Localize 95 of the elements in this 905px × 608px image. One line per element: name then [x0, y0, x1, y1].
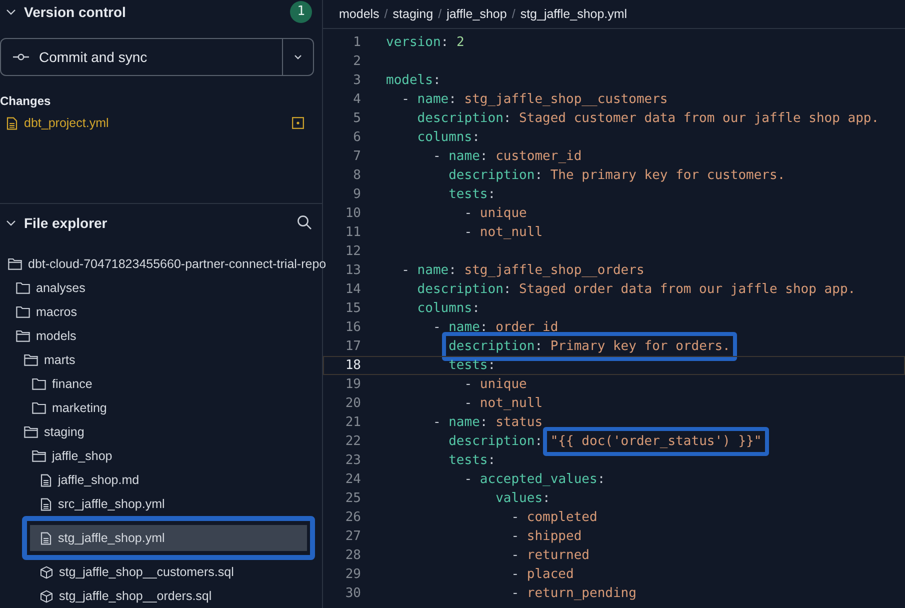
code-text: values:	[496, 490, 550, 508]
line-number: 15	[344, 301, 361, 316]
commit-icon	[13, 53, 29, 62]
line-number: 20	[344, 396, 361, 411]
line-number: 12	[344, 244, 361, 259]
code-text: description: Staged customer data from our jaffle shop app.	[417, 110, 880, 128]
line-number: 14	[344, 282, 361, 297]
line-number: 4	[352, 92, 361, 107]
code-text: - not_null	[464, 224, 543, 242]
code-text: tests:	[448, 452, 496, 470]
tree-item[interactable]: dbt-cloud-70471823455660-partner-connect-trial-repo	[0, 252, 326, 276]
breadcrumb-link[interactable]: stg_jaffle_shop.yml	[520, 7, 628, 21]
line-number: 3	[352, 73, 361, 88]
line-number: 6	[352, 130, 361, 145]
tree-item[interactable]: staging	[0, 420, 322, 444]
line-number: 25	[344, 491, 361, 506]
highlighted-code: description: Primary key for orders.	[442, 332, 738, 361]
code-text: description: Staged order data from our jaffle shop app.	[417, 281, 856, 299]
line-number: 24	[344, 472, 361, 487]
highlighted-code: "{{ doc('order_status') }}"	[543, 427, 769, 456]
line-number: 5	[352, 111, 361, 126]
code-text: - return_pending	[511, 585, 636, 603]
line-number: 8	[352, 168, 361, 183]
section-title: Version control	[24, 4, 127, 20]
tree-item[interactable]: analyses	[0, 276, 322, 300]
count-badge: 1	[290, 0, 312, 23]
code-text: - completed	[511, 509, 598, 527]
code-text: - name: customer_id	[432, 148, 582, 166]
code-text: description:	[448, 433, 544, 451]
line-number: 1	[352, 35, 361, 50]
file-icon	[40, 532, 52, 544]
code-text: tests:	[448, 186, 496, 204]
code-text: models:	[386, 72, 441, 90]
breadcrumb-link[interactable]: models	[339, 7, 380, 21]
code-text: - accepted_values:	[464, 471, 606, 489]
line-number: 26	[344, 510, 361, 525]
code-text: - name: stg_jaffle_shop__orders	[402, 262, 644, 280]
line-number: 23	[344, 453, 361, 468]
code-text: version: 2	[386, 34, 464, 52]
line-number: 22	[344, 434, 361, 449]
tree-item[interactable]: marts	[0, 348, 322, 372]
tree-item[interactable]: jaffle_shop.md	[0, 468, 322, 492]
breadcrumb-separator: /	[384, 7, 388, 21]
line-number: 19	[344, 377, 361, 392]
line-number: 7	[352, 149, 361, 164]
tree-item[interactable]: macros	[0, 300, 322, 324]
changes-heading: Changes	[0, 94, 52, 108]
code-text: columns:	[417, 300, 480, 318]
tree-item[interactable]: stg_jaffle_shop__customers.sql	[0, 560, 322, 584]
line-number: 21	[344, 415, 361, 430]
tree-item[interactable]: stg_jaffle_shop.yml	[30, 525, 307, 551]
cube-icon	[40, 590, 53, 602]
tree-item[interactable]: jaffle_shop	[0, 444, 322, 468]
code-text: - unique	[464, 376, 527, 394]
code-text: - returned	[511, 547, 590, 565]
file-icon	[40, 474, 52, 486]
breadcrumb-separator: /	[438, 7, 442, 21]
line-number: 28	[344, 548, 361, 563]
chevron-icon[interactable]	[6, 218, 16, 228]
line-number: 17	[344, 339, 361, 354]
cube-icon	[40, 566, 53, 578]
line-number: 9	[352, 187, 361, 202]
tree-item[interactable]: stg_jaffle_shop__orders.sql	[0, 584, 322, 608]
line-number: 30	[344, 586, 361, 601]
code-text: - placed	[511, 566, 574, 584]
breadcrumb-separator: /	[512, 7, 516, 21]
breadcrumb-link[interactable]: jaffle_shop	[446, 7, 507, 21]
code-text: - name: stg_jaffle_shop__customers	[402, 91, 668, 109]
line-number: 10	[344, 206, 361, 221]
line-number: 27	[344, 529, 361, 544]
line-number: 11	[344, 225, 361, 240]
section-title: File explorer	[24, 214, 108, 231]
changed-file-link[interactable]: dbt_project.yml	[24, 116, 286, 130]
code-text: - not_null	[464, 395, 543, 413]
code-text: columns:	[417, 129, 480, 147]
line-number: 29	[344, 567, 361, 582]
chevron-icon[interactable]	[6, 6, 16, 17]
tree-item[interactable]: models	[0, 324, 322, 348]
tree-item[interactable]: marketing	[0, 396, 322, 420]
search-icon[interactable]	[297, 215, 312, 230]
line-number: 13	[344, 263, 361, 278]
code-text: - shipped	[511, 528, 582, 546]
breadcrumb-link[interactable]: staging	[392, 7, 434, 21]
code-text: - name: status	[432, 414, 543, 432]
commit-button[interactable]: Commit and sync	[0, 38, 283, 76]
line-number: 2	[352, 54, 361, 69]
tree-item[interactable]: finance	[0, 372, 322, 396]
code-text: description: The primary key for customers.	[448, 167, 786, 185]
tree-item[interactable]: src_jaffle_shop.yml	[0, 492, 322, 516]
file-icon	[6, 116, 18, 130]
file-icon	[40, 498, 52, 510]
line-number: 18	[344, 358, 361, 373]
dropdown-button[interactable]	[283, 38, 314, 76]
code-text: - unique	[464, 205, 527, 223]
line-number: 16	[344, 320, 361, 335]
